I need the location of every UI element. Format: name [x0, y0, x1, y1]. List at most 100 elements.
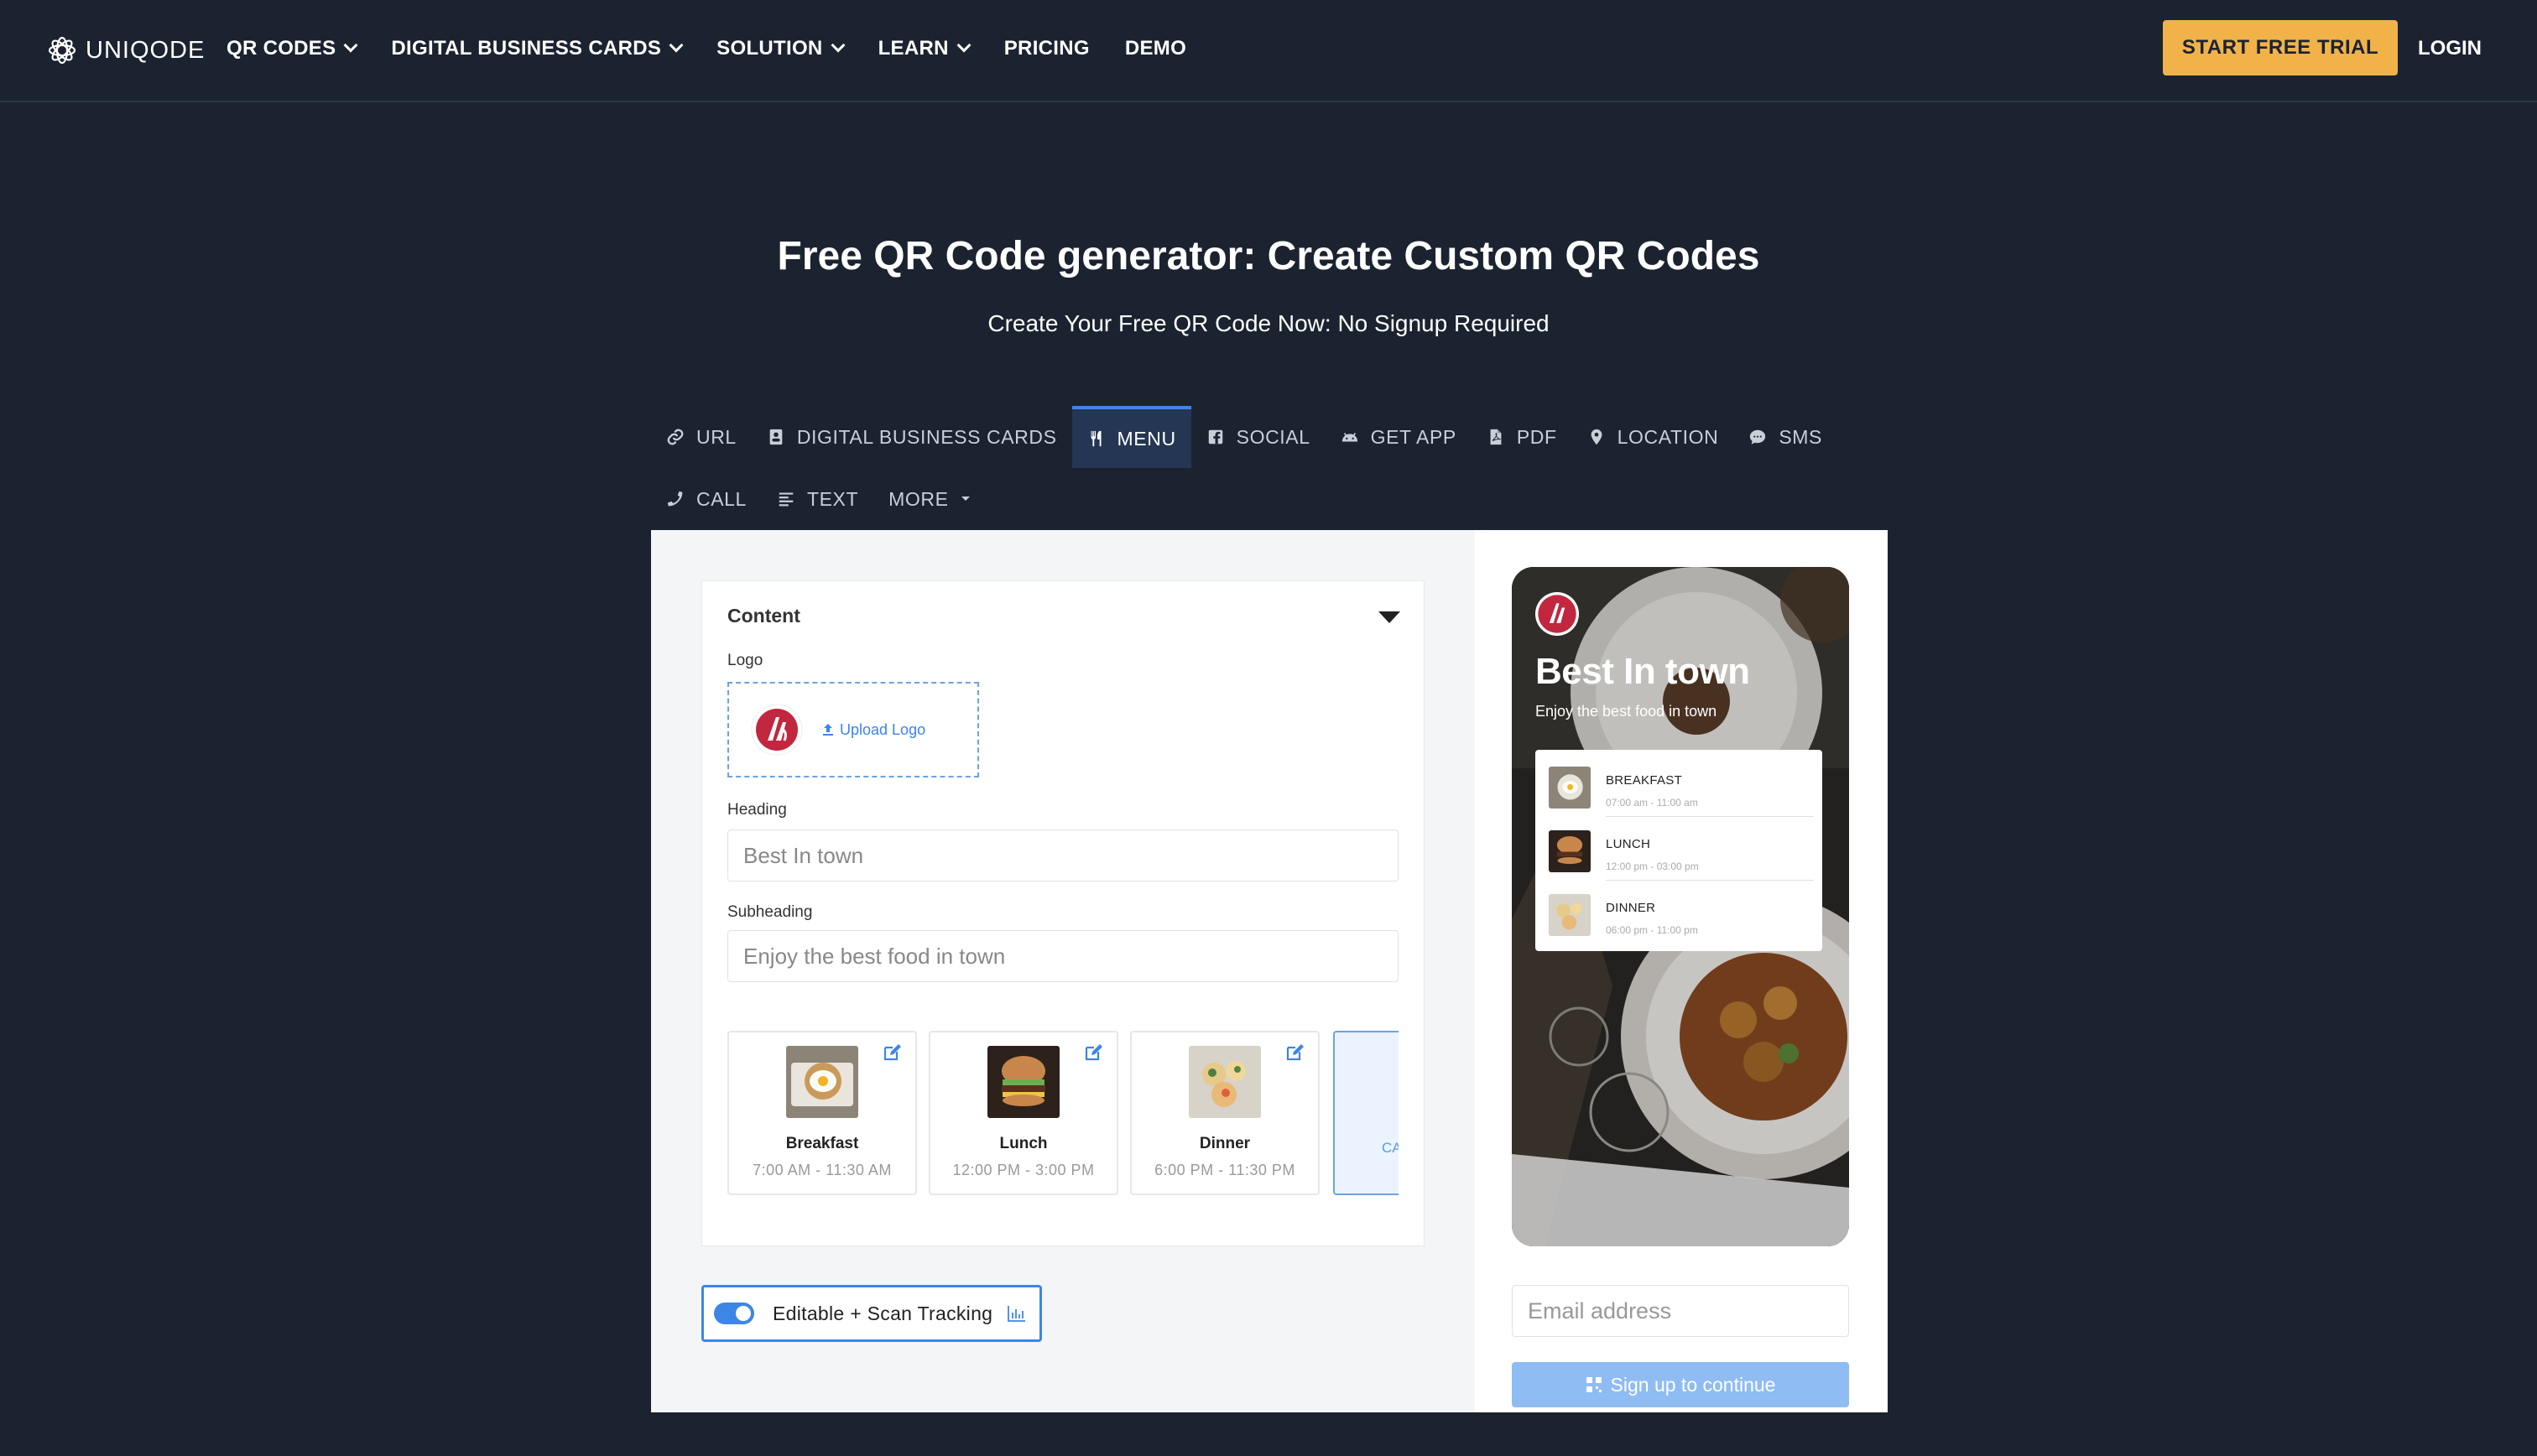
- tab-text[interactable]: TEXT: [762, 468, 873, 530]
- nav-label: DEMO: [1124, 37, 1187, 60]
- lunch-image: [987, 1046, 1060, 1118]
- generator-panel: Content Logo Upload Logo Heading Best In…: [651, 530, 1888, 1412]
- uniqode-logo-icon: [48, 36, 76, 65]
- start-free-trial-button[interactable]: START FREE TRIAL: [2163, 20, 2398, 75]
- add-menu-card-button[interactable]: CA: [1333, 1031, 1399, 1195]
- tab-label: CALL: [696, 487, 747, 510]
- qr-type-tabs-row-1: URL DIGITAL BUSINESS CARDS MENU SOCIAL G…: [651, 406, 1837, 468]
- edit-icon[interactable]: [1083, 1043, 1103, 1063]
- nav-qr-codes[interactable]: QR CODES: [227, 37, 358, 60]
- heading-label: Heading: [727, 801, 787, 819]
- dinner-thumbnail: [1549, 894, 1591, 936]
- nav-digital-business-cards[interactable]: DIGITAL BUSINESS CARDS: [391, 37, 684, 60]
- menu-card-name: Lunch: [999, 1135, 1048, 1152]
- preview-item-name: LUNCH: [1606, 837, 1651, 851]
- preview-item-time: 07:00 am - 11:00 am: [1606, 797, 1698, 809]
- tab-label: DIGITAL BUSINESS CARDS: [796, 425, 1057, 448]
- menu-card-time: 6:00 PM - 11:30 PM: [1154, 1162, 1295, 1178]
- nav-label: QR CODES: [227, 37, 336, 60]
- facebook-icon: [1208, 429, 1222, 445]
- top-navbar: UNIQODE QR CODES DIGITAL BUSINESS CARDS …: [0, 0, 2537, 102]
- preview-item-dinner: DINNER 06:00 pm - 11:00 pm: [1549, 882, 1814, 944]
- menu-card-lunch[interactable]: Lunch 12:00 PM - 3:00 PM: [929, 1031, 1118, 1195]
- caret-down-icon: [961, 497, 970, 501]
- phone-preview: Best In town Enjoy the best food in town…: [1512, 567, 1849, 1246]
- nav-label: SOLUTION: [716, 37, 823, 60]
- tab-url[interactable]: URL: [651, 406, 752, 468]
- subheading-input[interactable]: Enjoy the best food in town: [727, 930, 1399, 982]
- menu-card-time: 7:00 AM - 11:30 AM: [753, 1162, 892, 1178]
- tab-label: URL: [696, 425, 737, 448]
- collapse-caret-icon[interactable]: [1378, 611, 1400, 623]
- nav-label: DIGITAL BUSINESS CARDS: [391, 37, 662, 60]
- chevron-down-icon: [343, 38, 358, 53]
- content-card: Content Logo Upload Logo Heading Best In…: [701, 580, 1425, 1246]
- nav-demo[interactable]: DEMO: [1125, 37, 1186, 60]
- logo-upload-box[interactable]: Upload Logo: [727, 682, 979, 777]
- preview-menu-list: BREAKFAST 07:00 am - 11:00 am LUNCH 12:0…: [1535, 750, 1822, 951]
- page-title: Free QR Code generator: Create Custom QR…: [777, 234, 1760, 278]
- menu-card-breakfast[interactable]: Breakfast 7:00 AM - 11:30 AM: [727, 1031, 917, 1195]
- preview-logo: [1535, 592, 1579, 636]
- editable-scan-tracking-toggle[interactable]: Editable + Scan Tracking: [701, 1285, 1042, 1342]
- brand-name: UNIQODE: [86, 36, 206, 64]
- link-icon: [667, 429, 684, 445]
- preview-subheading: Enjoy the best food in town: [1535, 703, 1717, 720]
- toggle-label: Editable + Scan Tracking: [773, 1302, 993, 1324]
- preview-item-lunch: LUNCH 12:00 pm - 03:00 pm: [1549, 819, 1814, 881]
- tab-call[interactable]: CALL: [651, 468, 762, 530]
- preview-item-name: DINNER: [1606, 901, 1656, 915]
- main-menu: QR CODES DIGITAL BUSINESS CARDS SOLUTION…: [227, 37, 1186, 60]
- upload-icon: [823, 724, 833, 736]
- chat-bubble-icon: [1750, 429, 1766, 445]
- android-icon: [1341, 432, 1357, 442]
- email-input[interactable]: Email address: [1512, 1285, 1849, 1337]
- pdf-file-icon: [1490, 429, 1502, 445]
- heading-input[interactable]: Best In town: [727, 829, 1399, 881]
- edit-icon[interactable]: [882, 1043, 902, 1063]
- tab-social[interactable]: SOCIAL: [1191, 406, 1326, 468]
- restaurant-logo-icon: [1538, 595, 1576, 633]
- lunch-thumbnail: [1549, 830, 1591, 872]
- tab-sms[interactable]: SMS: [1733, 406, 1837, 468]
- tab-pdf[interactable]: PDF: [1472, 406, 1572, 468]
- preview-item-time: 12:00 pm - 03:00 pm: [1606, 861, 1699, 872]
- breakfast-thumbnail: [1549, 767, 1591, 809]
- menu-card-dinner[interactable]: Dinner 6:00 PM - 11:30 PM: [1130, 1031, 1320, 1195]
- chevron-down-icon: [956, 38, 972, 53]
- tab-label: LOCATION: [1617, 425, 1719, 448]
- nav-learn[interactable]: LEARN: [878, 37, 972, 60]
- nav-pricing[interactable]: PRICING: [1004, 37, 1090, 60]
- dinner-image: [1189, 1046, 1261, 1118]
- tab-label: SMS: [1779, 425, 1822, 448]
- sign-up-button[interactable]: Sign up to continue: [1512, 1362, 1849, 1407]
- preview-item-name: BREAKFAST: [1606, 773, 1683, 788]
- upload-logo-label: Upload Logo: [840, 720, 926, 738]
- edit-icon[interactable]: [1284, 1043, 1305, 1063]
- nav-solution[interactable]: SOLUTION: [716, 37, 846, 60]
- logo-label: Logo: [727, 652, 763, 669]
- breakfast-image: [786, 1046, 858, 1118]
- utensils-icon: [1091, 430, 1102, 447]
- tab-more[interactable]: MORE: [873, 468, 985, 530]
- chevron-down-icon: [831, 38, 846, 53]
- id-card-icon: [769, 429, 783, 445]
- upload-logo-link[interactable]: Upload Logo: [821, 721, 925, 739]
- login-link[interactable]: LOGIN: [2418, 37, 2482, 60]
- tab-menu[interactable]: MENU: [1071, 406, 1191, 468]
- nav-label: PRICING: [1003, 37, 1090, 60]
- preview-area: Best In town Enjoy the best food in town…: [1475, 530, 1888, 1412]
- brand-logo[interactable]: UNIQODE: [47, 34, 205, 67]
- subheading-label: Subheading: [727, 903, 813, 921]
- tab-location[interactable]: LOCATION: [1572, 406, 1734, 468]
- tab-label: SOCIAL: [1236, 425, 1310, 448]
- text-align-icon: [779, 492, 794, 507]
- menu-cards-carousel: Breakfast 7:00 AM - 11:30 AM Lunch 12:00…: [727, 1031, 1399, 1199]
- map-pin-icon: [1591, 429, 1602, 445]
- toggle-switch[interactable]: [714, 1303, 754, 1324]
- nav-label: LEARN: [878, 37, 949, 60]
- bar-chart-icon: [1008, 1306, 1026, 1322]
- content-section-title: Content: [727, 605, 800, 627]
- tab-digital-business-cards[interactable]: DIGITAL BUSINESS CARDS: [752, 406, 1072, 468]
- tab-get-app[interactable]: GET APP: [1326, 406, 1472, 468]
